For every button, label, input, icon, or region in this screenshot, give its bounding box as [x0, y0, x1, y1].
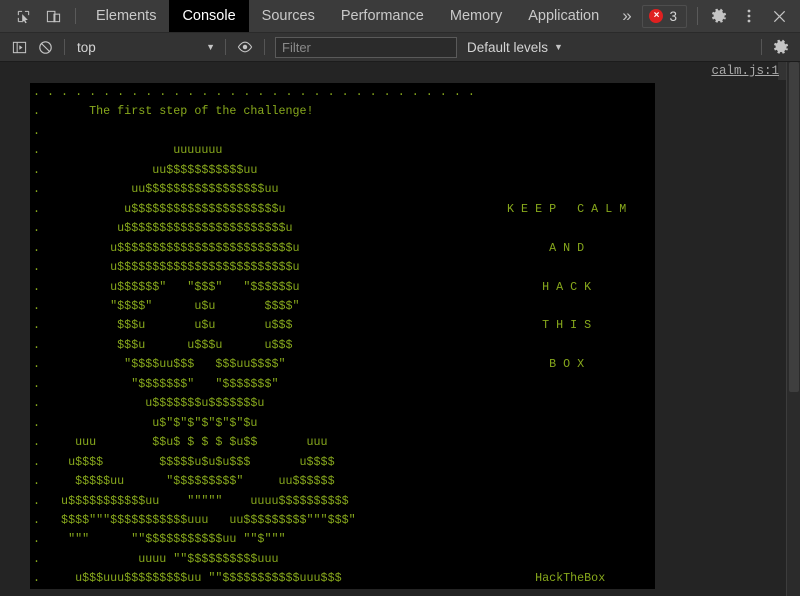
toolbar-divider-right [697, 7, 698, 25]
gear-icon [711, 8, 728, 25]
log-levels-label: Default levels [467, 39, 549, 55]
tab-performance-label: Performance [340, 8, 424, 24]
execution-context-label: top [77, 39, 96, 55]
console-sidebar-toggle-button[interactable] [6, 36, 32, 59]
toolbar-right-group: × 3 [642, 0, 800, 32]
tab-elements-label: Elements [96, 8, 157, 24]
console-vertical-scrollbar[interactable] [786, 62, 800, 596]
filterbar-divider-3 [264, 39, 265, 55]
toggle-device-toolbar-button[interactable] [38, 0, 68, 32]
keep-calm-block: K E E P C A L M A N D H A C K T H I S B … [507, 201, 627, 586]
console-log-entry: . . . . . . . . . . . . . . . . . . . . … [30, 83, 655, 589]
console-settings-gear-icon [773, 39, 790, 56]
cursor-inspect-icon [16, 9, 31, 24]
tab-memory-label: Memory [449, 8, 503, 24]
inspect-element-button[interactable] [8, 0, 38, 32]
filterbar-right-group [755, 36, 794, 59]
tab-sources[interactable]: Sources [249, 0, 328, 32]
filterbar-divider-1 [64, 39, 65, 55]
show-console-sidebar-icon [12, 40, 27, 55]
more-tabs-button[interactable]: » [612, 0, 641, 32]
eye-icon [237, 40, 253, 54]
panel-tabs: Elements Console Sources Performance Mem… [83, 0, 642, 32]
devtools-tabbar: Elements Console Sources Performance Mem… [0, 0, 800, 33]
clear-console-icon [38, 40, 53, 55]
filter-input[interactable] [275, 36, 457, 58]
tab-application[interactable]: Application [515, 0, 612, 32]
log-levels-selector[interactable]: Default levels ▼ [467, 40, 563, 55]
console-source-link[interactable]: calm.js:1 [711, 64, 779, 78]
tab-performance[interactable]: Performance [328, 0, 437, 32]
error-count-label: 3 [669, 8, 677, 24]
scrollbar-thumb[interactable] [789, 62, 799, 392]
clear-console-button[interactable] [32, 36, 58, 59]
drawer-edge-block [778, 62, 786, 80]
execution-context-selector[interactable]: top ▼ [71, 37, 219, 58]
chevron-down-icon: ▼ [206, 42, 215, 52]
kebab-menu-icon [742, 8, 756, 24]
devtools-settings-button[interactable] [704, 8, 734, 25]
tab-elements[interactable]: Elements [83, 0, 169, 32]
close-icon [772, 9, 787, 24]
tab-memory[interactable]: Memory [437, 0, 515, 32]
tab-sources-label: Sources [261, 8, 315, 24]
chevron-double-right-icon: » [622, 6, 632, 25]
console-message-area: calm.js:1 . . . . . . . . . . . . . . . … [0, 62, 800, 596]
error-count-badge[interactable]: × 3 [642, 4, 687, 28]
tab-console-label: Console [182, 8, 236, 24]
more-options-button[interactable] [734, 8, 764, 24]
live-expression-button[interactable] [232, 36, 258, 59]
filterbar-divider-4 [761, 39, 762, 55]
close-devtools-button[interactable] [764, 9, 794, 24]
console-settings-button[interactable] [768, 36, 794, 59]
console-filter-bar: top ▼ Default levels ▼ [0, 33, 800, 62]
filterbar-divider-2 [225, 39, 226, 55]
tab-console[interactable]: Console [169, 0, 249, 32]
toolbar-divider [75, 8, 76, 24]
device-toolbar-icon [46, 9, 61, 24]
tab-application-label: Application [528, 8, 600, 24]
devtools-window: Elements Console Sources Performance Mem… [0, 0, 800, 596]
chevron-down-icon-levels: ▼ [554, 42, 563, 52]
error-circle-icon: × [649, 9, 664, 23]
